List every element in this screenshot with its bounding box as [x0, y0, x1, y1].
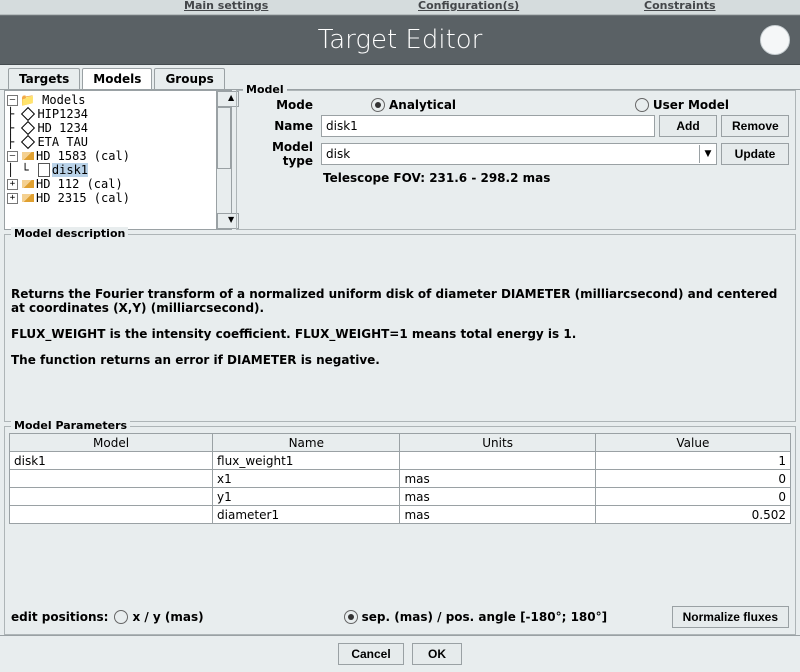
tab-groups[interactable]: Groups — [154, 68, 224, 89]
tree-item[interactable]: HD 1234 — [37, 121, 88, 135]
fov-label: Telescope FOV: 231.6 - 298.2 mas — [323, 171, 550, 185]
model-legend: Model — [243, 83, 287, 96]
name-label: Name — [243, 119, 321, 133]
desc-text: Returns the Fourier transform of a norma… — [11, 287, 789, 315]
tab-targets[interactable]: Targets — [8, 68, 80, 89]
menu-main[interactable]: Main settings — [184, 0, 268, 12]
params-legend: Model Parameters — [11, 419, 130, 432]
window-control-icon[interactable] — [760, 25, 790, 55]
tab-models[interactable]: Models — [82, 68, 152, 89]
cancel-button[interactable]: Cancel — [338, 643, 404, 665]
menu-constraints[interactable]: Constraints — [644, 0, 716, 12]
remove-button[interactable]: Remove — [721, 115, 789, 137]
col-name[interactable]: Name — [213, 434, 400, 452]
edit-positions-label: edit positions: — [11, 610, 108, 624]
update-button[interactable]: Update — [721, 143, 789, 165]
mode-label: Mode — [243, 98, 321, 112]
tree-item[interactable]: HD 112 (cal) — [36, 177, 123, 191]
table-row[interactable]: disk1flux_weight11 — [10, 452, 791, 470]
col-units[interactable]: Units — [400, 434, 595, 452]
tree-root[interactable]: Models — [42, 93, 85, 107]
scroll-thumb[interactable] — [217, 107, 231, 169]
add-button[interactable]: Add — [659, 115, 717, 137]
menu-config[interactable]: Configuration(s) — [418, 0, 519, 12]
table-row[interactable]: diameter1mas0.502 — [10, 506, 791, 524]
desc-legend: Model description — [11, 227, 128, 240]
window-title: Target Editor — [318, 25, 483, 55]
table-row[interactable]: y1mas0 — [10, 488, 791, 506]
name-input[interactable] — [321, 115, 655, 137]
tree-item[interactable]: HD 1583 (cal) — [36, 149, 130, 163]
desc-text: FLUX_WEIGHT is the intensity coefficient… — [11, 327, 789, 341]
tree-item-selected[interactable]: disk1 — [52, 163, 88, 177]
table-row[interactable]: x1mas0 — [10, 470, 791, 488]
normalize-fluxes-button[interactable]: Normalize fluxes — [672, 606, 789, 628]
tree-scrollbar[interactable]: ▲ ▼ — [216, 91, 231, 229]
mode-user-radio[interactable]: User Model — [635, 98, 729, 112]
tree-item[interactable]: HD 2315 (cal) — [36, 191, 130, 205]
tree-item[interactable]: ETA TAU — [37, 135, 88, 149]
ok-button[interactable]: OK — [412, 643, 462, 665]
editpos-sep-radio[interactable]: sep. (mas) / pos. angle [-180°; 180°] — [344, 610, 607, 624]
params-table: Model Name Units Value disk1flux_weight1… — [9, 433, 791, 524]
col-model[interactable]: Model — [10, 434, 213, 452]
model-type-select[interactable]: disk ▼ — [321, 143, 717, 165]
mode-analytical-radio[interactable]: Analytical — [371, 98, 456, 112]
chevron-down-icon[interactable]: ▼ — [699, 145, 716, 163]
editpos-xy-radio[interactable]: x / y (mas) — [114, 610, 203, 624]
col-value[interactable]: Value — [595, 434, 790, 452]
model-tree[interactable]: –📁 Models ├ HIP1234 ├ HD 1234 ├ ETA TAU … — [4, 90, 232, 230]
tree-item[interactable]: HIP1234 — [37, 107, 88, 121]
desc-text: The function returns an error if DIAMETE… — [11, 353, 789, 367]
type-label: Model type — [243, 140, 321, 168]
